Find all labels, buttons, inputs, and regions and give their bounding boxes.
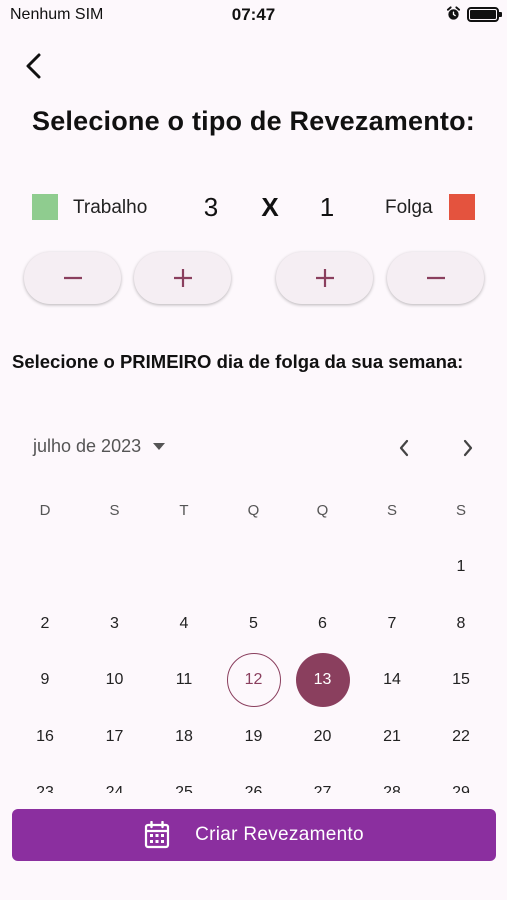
create-button-label: Criar Revezamento — [195, 824, 364, 845]
calendar-day[interactable]: 24 — [88, 766, 142, 793]
calendar-day[interactable]: 12 — [226, 653, 281, 707]
battery-icon — [467, 7, 502, 22]
ratio-separator: X — [261, 192, 279, 222]
back-button[interactable] — [14, 46, 54, 86]
chevron-right-icon — [463, 439, 473, 457]
weekday-header: S — [386, 502, 397, 519]
calendar-day[interactable]: 11 — [157, 653, 211, 707]
plus-icon — [315, 269, 334, 287]
plus-icon — [173, 269, 192, 287]
calendar-day[interactable]: 2 — [18, 597, 72, 651]
calendar-day[interactable]: 1 — [434, 540, 488, 594]
calendar-day[interactable]: 14 — [365, 653, 419, 707]
weekday-header: Q — [247, 502, 260, 519]
weekday-header: S — [109, 502, 120, 519]
calendar-day[interactable]: 15 — [434, 653, 488, 707]
calendar-day-selected[interactable]: 13 — [295, 653, 350, 707]
decrease-off-button[interactable] — [387, 252, 484, 304]
create-revezamento-button[interactable]: Criar Revezamento — [12, 809, 496, 861]
trabalho-color-swatch — [32, 194, 58, 220]
calendar-day[interactable]: 20 — [296, 710, 350, 764]
month-label: julho de 2023 — [33, 436, 142, 456]
chevron-left-icon — [399, 439, 409, 457]
status-bar: Nenhum SIM 07:47 — [0, 0, 507, 30]
calendar-day[interactable]: 23 — [18, 766, 72, 793]
calendar-day[interactable]: 28 — [365, 766, 419, 793]
calendar-day[interactable]: 19 — [227, 710, 281, 764]
calendar-day[interactable]: 7 — [365, 597, 419, 651]
chevron-left-icon — [26, 53, 41, 79]
screen: Nenhum SIM 07:47 Selecione o tipo de Rev… — [0, 0, 507, 900]
calendar-day[interactable]: 6 — [296, 597, 350, 651]
calendar-day[interactable]: 29 — [434, 766, 488, 793]
calendar-day[interactable]: 4 — [157, 597, 211, 651]
minus-icon — [63, 276, 82, 280]
calendar-day[interactable]: 26 — [227, 766, 281, 793]
weekday-header: Q — [316, 502, 329, 519]
trabalho-label: Trabalho — [73, 197, 148, 218]
folga-color-swatch — [449, 194, 475, 220]
calendar-day[interactable]: 22 — [434, 710, 488, 764]
work-days-count: 3 — [203, 192, 219, 222]
previous-month-button[interactable] — [388, 432, 420, 464]
increase-off-button[interactable] — [276, 252, 373, 304]
off-days-count: 1 — [319, 192, 335, 222]
minus-icon — [426, 276, 445, 280]
calendar-grid: D S T Q Q S S 1 2 3 4 5 6 7 8 9 10 11 12 13 14 15 16 17 18 19 20 21… — [0, 490, 507, 793]
calendar-day[interactable]: 18 — [157, 710, 211, 764]
calendar-day[interactable]: 10 — [88, 653, 142, 707]
calendar-day[interactable]: 27 — [296, 766, 350, 793]
calendar-day[interactable]: 9 — [18, 653, 72, 707]
status-time: 07:47 — [231, 5, 276, 24]
page-title: Selecione o tipo de Revezamento: — [31, 106, 475, 136]
folga-label: Folga — [385, 197, 433, 218]
weekday-header: T — [179, 502, 189, 519]
increase-work-button[interactable] — [134, 252, 231, 304]
weekday-header: D — [39, 502, 51, 519]
next-month-button[interactable] — [452, 432, 484, 464]
weekday-header: S — [455, 502, 466, 519]
month-selector[interactable]: julho de 2023 — [33, 436, 166, 457]
instruction-text: Selecione o PRIMEIRO dia de folga da sua… — [12, 351, 464, 372]
calendar-day[interactable]: 21 — [365, 710, 419, 764]
alarm-icon — [446, 6, 461, 26]
calendar-icon — [144, 821, 170, 849]
calendar-day[interactable]: 5 — [227, 597, 281, 651]
decrease-work-button[interactable] — [24, 252, 121, 304]
calendar-day[interactable]: 25 — [157, 766, 211, 793]
calendar-day[interactable]: 8 — [434, 597, 488, 651]
calendar-day[interactable]: 17 — [88, 710, 142, 764]
caret-down-icon — [153, 443, 166, 450]
calendar-day[interactable]: 3 — [88, 597, 142, 651]
calendar-day[interactable]: 16 — [18, 710, 72, 764]
